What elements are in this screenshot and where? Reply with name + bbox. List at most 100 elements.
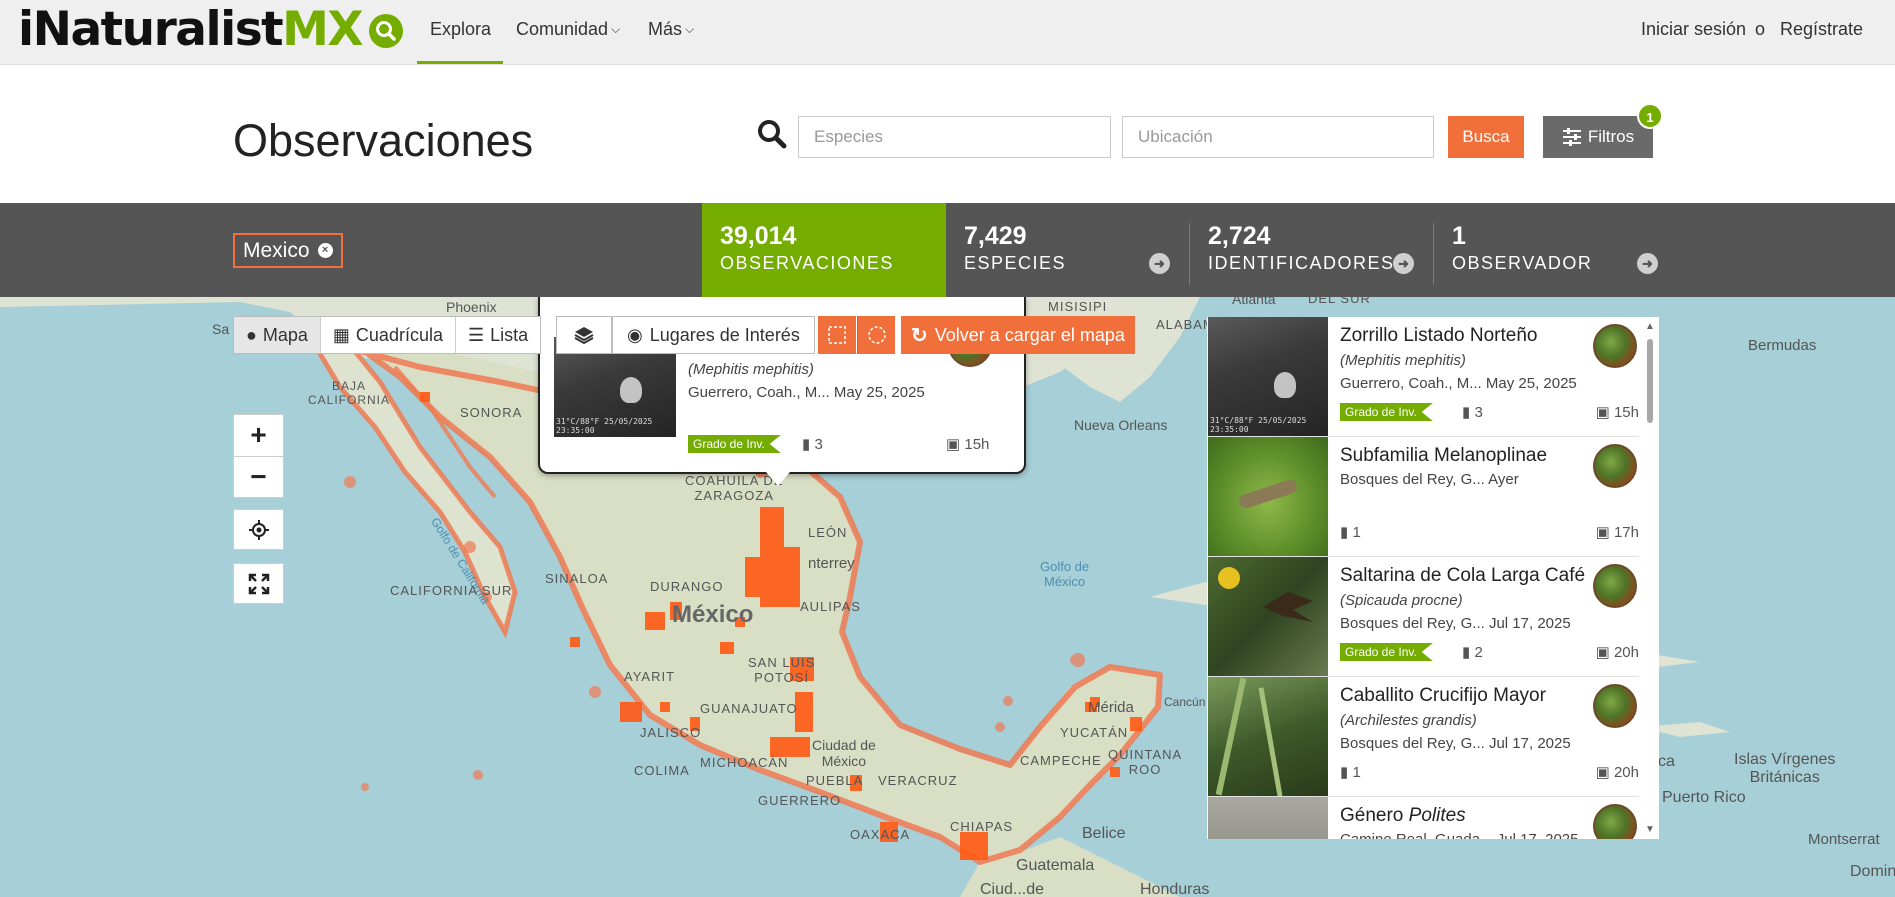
user-avatar[interactable] bbox=[1593, 564, 1637, 608]
map-label-sa: Sa bbox=[212, 321, 230, 337]
identification-icon: ▮ bbox=[1340, 524, 1349, 541]
identification-icon: ▮ bbox=[802, 436, 811, 453]
observation-common-name[interactable]: Zorrillo Listado Norteño bbox=[1340, 325, 1537, 347]
list-item[interactable]: Caballito Crucifijo Mayor (Archilestes g… bbox=[1207, 677, 1639, 797]
locate-button[interactable] bbox=[233, 509, 284, 550]
place-filter-chip[interactable]: Mexico × bbox=[233, 233, 343, 268]
map-label-guatemala: Guatemala bbox=[1016, 857, 1095, 874]
observation-photo[interactable] bbox=[1208, 797, 1328, 839]
map-label-islas-virgenes: Islas Vírgenes Británicas bbox=[1734, 751, 1836, 786]
genus-prefix: Género bbox=[1340, 805, 1409, 826]
search-icon[interactable] bbox=[369, 14, 403, 48]
scrollbar-thumb[interactable] bbox=[1647, 339, 1653, 423]
stat-species[interactable]: 7,429 ESPECIES ➜ bbox=[946, 203, 1190, 297]
list-item[interactable]: Saltarina de Cola Larga Café (Spicauda p… bbox=[1207, 557, 1639, 677]
active-nav-indicator bbox=[417, 61, 503, 64]
observation-meta: Camino Real, Guada... Jul 17, 2025 bbox=[1340, 831, 1578, 839]
popup-meta: Guerrero, Coah., M... May 25, 2025 bbox=[688, 384, 925, 401]
id-count-value: 1 bbox=[1352, 764, 1361, 781]
arrow-right-icon: ➜ bbox=[1393, 253, 1414, 274]
genus-name: Polites bbox=[1408, 805, 1466, 826]
observation-photo[interactable] bbox=[1208, 557, 1328, 676]
nav-comunidad[interactable]: Comunidad ⌵ bbox=[516, 19, 620, 40]
reload-map-button[interactable]: ↻ Volver a cargar el mapa bbox=[901, 316, 1135, 354]
map-label-sinaloa: SINALOA bbox=[545, 571, 609, 586]
observation-common-name[interactable]: Caballito Crucifijo Mayor bbox=[1340, 685, 1546, 707]
stat-observations[interactable]: 39,014 OBSERVACIONES bbox=[702, 203, 946, 297]
zoom-in-button[interactable]: + bbox=[234, 415, 283, 456]
map-label-oaxaca: OAXACA bbox=[850, 827, 911, 842]
dashed-rectangle-icon bbox=[828, 326, 846, 344]
species-input[interactable] bbox=[798, 116, 1111, 158]
popup-time-value: 15h bbox=[964, 436, 990, 453]
zoom-out-button[interactable]: − bbox=[234, 456, 283, 497]
search-button[interactable]: Busca bbox=[1448, 116, 1524, 158]
view-mapa-button[interactable]: ● Mapa bbox=[234, 317, 321, 353]
place-name: Mexico bbox=[243, 238, 310, 262]
map-label-ciudad-g: Ciud...de bbox=[980, 881, 1045, 897]
popup-scientific-name: (Mephitis mephitis) bbox=[688, 361, 814, 378]
id-count-value: 3 bbox=[1474, 404, 1483, 421]
places-of-interest-button[interactable]: ◉ Lugares de Interés bbox=[612, 316, 815, 354]
observation-common-name[interactable]: Género Polites bbox=[1340, 805, 1466, 827]
login-link[interactable]: Iniciar sesión bbox=[1641, 19, 1746, 40]
draw-circle-button[interactable] bbox=[857, 316, 895, 354]
id-count-value: 1 bbox=[1352, 524, 1361, 541]
observations-list[interactable]: 31°C/88°F 25/05/2025 23:35:00 Zorrillo L… bbox=[1207, 317, 1659, 839]
user-avatar[interactable] bbox=[1593, 684, 1637, 728]
globe-icon: ◉ bbox=[627, 324, 643, 345]
stat-observers[interactable]: 1 OBSERVADOR ➜ bbox=[1434, 203, 1678, 297]
nav-comunidad-label: Comunidad bbox=[516, 19, 609, 39]
filters-button[interactable]: Filtros bbox=[1543, 116, 1653, 158]
list-item[interactable]: Subfamilia Melanoplinae Bosques del Rey,… bbox=[1207, 437, 1639, 557]
observation-common-name[interactable]: Saltarina de Cola Larga Café bbox=[1340, 565, 1585, 587]
id-count: ▮ 2 bbox=[1462, 643, 1483, 661]
remove-circle-icon[interactable]: × bbox=[317, 243, 333, 258]
map-label-mexico: México bbox=[672, 601, 754, 628]
view-cuadricula-button[interactable]: ▦ Cuadrícula bbox=[320, 317, 456, 353]
species-count: 7,429 bbox=[964, 222, 1027, 250]
observations-label: OBSERVACIONES bbox=[720, 253, 894, 273]
fullscreen-button[interactable] bbox=[233, 563, 284, 604]
view-lista-label: Lista bbox=[490, 324, 529, 345]
map-label-leon: LEÓN bbox=[808, 525, 848, 540]
list-item[interactable]: 31°C/88°F 25/05/2025 23:35:00 Zorrillo L… bbox=[1207, 317, 1639, 437]
stat-identifiers[interactable]: 2,724 IDENTIFICADORES ➜ bbox=[1190, 203, 1434, 297]
user-avatar[interactable] bbox=[1593, 444, 1637, 488]
map-label-durango: DURANGO bbox=[650, 579, 724, 594]
refresh-icon: ↻ bbox=[911, 324, 928, 347]
view-lista-button[interactable]: ☰ Lista bbox=[455, 317, 541, 353]
list-scrollbar[interactable]: ▲ ▼ bbox=[1644, 321, 1656, 835]
map-label-phoenix: Phoenix bbox=[446, 299, 497, 315]
calendar-icon: ▣ bbox=[946, 436, 961, 453]
map-label-del-sur: DEL SUR bbox=[1308, 297, 1371, 306]
observation-common-name[interactable]: Subfamilia Melanoplinae bbox=[1340, 445, 1547, 467]
observation-photo[interactable] bbox=[1208, 437, 1328, 556]
scroll-down-icon[interactable]: ▼ bbox=[1644, 824, 1656, 835]
map-label-montserrat: Montserrat bbox=[1808, 831, 1880, 848]
user-avatar[interactable] bbox=[1593, 804, 1637, 839]
observation-meta: Bosques del Rey, G... Ayer bbox=[1340, 471, 1519, 488]
view-cuadricula-label: Cuadrícula bbox=[355, 324, 443, 345]
list-item[interactable]: Género Polites Camino Real, Guada... Jul… bbox=[1207, 797, 1639, 839]
location-input[interactable] bbox=[1122, 116, 1434, 158]
map-label-cancun: Cancún bbox=[1164, 695, 1206, 709]
signup-link[interactable]: Regístrate bbox=[1780, 19, 1863, 40]
nav-explora[interactable]: Explora bbox=[430, 19, 491, 40]
map-label-baja-california: BAJA CALIFORNIA bbox=[308, 379, 391, 407]
observations-map[interactable]: Phoenix Sa MISISIPI ALABAMA Atlanta DEL … bbox=[0, 297, 1895, 897]
observation-photo[interactable]: 31°C/88°F 25/05/2025 23:35:00 bbox=[1208, 317, 1328, 436]
skunk-shape bbox=[620, 377, 642, 403]
nav-mas-label: Más bbox=[648, 19, 683, 39]
draw-rectangle-button[interactable] bbox=[818, 316, 856, 354]
map-label-chiapas: CHIAPAS bbox=[950, 819, 1014, 834]
inaturalist-mx-logo[interactable]: iNaturalistMX bbox=[18, 4, 364, 56]
map-label-baja-sur: CALIFORNIA SUR bbox=[390, 583, 513, 598]
layers-button[interactable] bbox=[556, 316, 612, 354]
scroll-up-icon[interactable]: ▲ bbox=[1644, 321, 1656, 332]
identification-icon: ▮ bbox=[1340, 764, 1349, 781]
observation-photo[interactable] bbox=[1208, 677, 1328, 796]
user-avatar[interactable] bbox=[1593, 324, 1637, 368]
popup-pointer bbox=[766, 472, 790, 486]
nav-mas[interactable]: Más ⌵ bbox=[648, 19, 694, 40]
